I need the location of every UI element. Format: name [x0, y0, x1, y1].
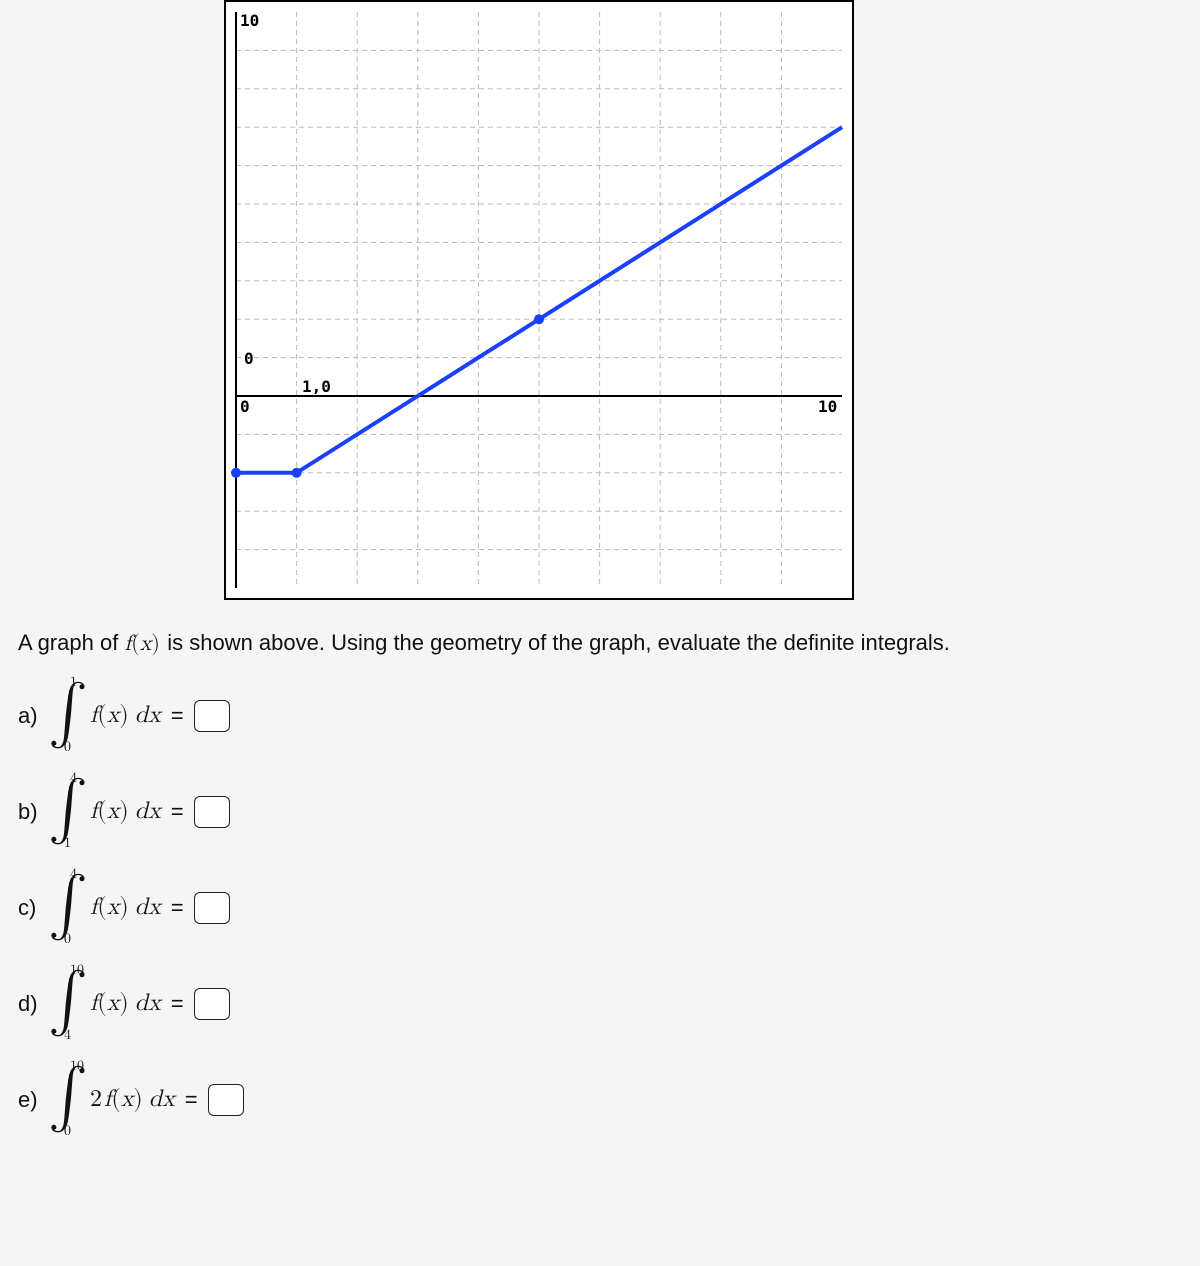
lower-limit: 0 — [64, 739, 71, 756]
differential: dx — [135, 797, 161, 826]
upper-limit: 10 — [70, 962, 84, 979]
integral-expr: ∫ 1 0 f(x) dx — [48, 680, 161, 752]
answer-input-e[interactable] — [208, 1084, 244, 1116]
instructions: A graph of f(x) is shown above. Using th… — [18, 628, 1200, 660]
instr-prefix: A graph of — [18, 630, 124, 655]
answer-input-a[interactable] — [194, 700, 230, 732]
answer-input-c[interactable] — [194, 892, 230, 924]
problem-e: e) ∫ 10 0 2f(x) dx = — [18, 1064, 1200, 1136]
integrand: 2f(x) — [90, 1085, 143, 1114]
point-5-2 — [534, 314, 544, 324]
upper-limit: 1 — [70, 674, 77, 691]
integral-symbol: ∫ 10 4 — [48, 968, 84, 1040]
equals-sign: = — [171, 895, 184, 921]
integral-symbol: ∫ 4 0 — [48, 872, 84, 944]
equals-sign: = — [171, 703, 184, 729]
x-right-label: 10 — [818, 397, 837, 416]
integral-expr: ∫ 10 4 f(x) dx — [48, 968, 161, 1040]
function-graph: 10 0 0 10 1,0 — [224, 0, 854, 600]
instr-suffix: is shown above. Using the geometry of th… — [167, 630, 950, 655]
problem-label: b) — [18, 799, 42, 825]
differential: dx — [135, 893, 161, 922]
y-zero-label: 0 — [244, 349, 254, 368]
problem-label: a) — [18, 703, 42, 729]
point-0-neg2 — [231, 468, 241, 478]
page: 10 0 0 10 1,0 A graph of f(x) is shown a… — [0, 0, 1200, 1200]
equals-sign: = — [171, 799, 184, 825]
problem-d: d) ∫ 10 4 f(x) dx = — [18, 968, 1200, 1040]
lower-limit: 1 — [64, 835, 71, 852]
graph-container: 10 0 0 10 1,0 — [224, 0, 854, 600]
differential: dx — [149, 1085, 175, 1114]
answer-input-b[interactable] — [194, 796, 230, 828]
integral-symbol: ∫ 4 1 — [48, 776, 84, 848]
integral-symbol: ∫ 1 0 — [48, 680, 84, 752]
problem-label: e) — [18, 1087, 42, 1113]
x-zero-label: 0 — [240, 397, 250, 416]
equals-sign: = — [185, 1087, 198, 1113]
upper-limit: 4 — [70, 866, 77, 883]
integral-expr: ∫ 4 1 f(x) dx — [48, 776, 161, 848]
instr-fx: f(x) — [124, 633, 167, 655]
equals-sign: = — [171, 991, 184, 1017]
differential: dx — [135, 701, 161, 730]
problems-list: a) ∫ 1 0 f(x) dx = b) ∫ 4 — [18, 680, 1200, 1136]
upper-limit: 4 — [70, 770, 77, 787]
integrand: f(x) — [90, 989, 129, 1018]
answer-input-d[interactable] — [194, 988, 230, 1020]
integral-expr: ∫ 4 0 f(x) dx — [48, 872, 161, 944]
upper-limit: 10 — [70, 1058, 84, 1075]
y-top-label: 10 — [240, 11, 259, 30]
anno-1-0: 1,0 — [302, 377, 331, 396]
integral-symbol: ∫ 10 0 — [48, 1064, 84, 1136]
integral-expr: ∫ 10 0 2f(x) dx — [48, 1064, 175, 1136]
problem-b: b) ∫ 4 1 f(x) dx = — [18, 776, 1200, 848]
problem-label: c) — [18, 895, 42, 921]
lower-limit: 0 — [64, 1123, 71, 1140]
integrand: f(x) — [90, 797, 129, 826]
integrand: f(x) — [90, 893, 129, 922]
point-1-neg2 — [292, 468, 302, 478]
integrand: f(x) — [90, 701, 129, 730]
problem-label: d) — [18, 991, 42, 1017]
coefficient: 2 — [90, 1087, 102, 1111]
lower-limit: 0 — [64, 931, 71, 948]
problem-a: a) ∫ 1 0 f(x) dx = — [18, 680, 1200, 752]
differential: dx — [135, 989, 161, 1018]
lower-limit: 4 — [64, 1027, 71, 1044]
problem-c: c) ∫ 4 0 f(x) dx = — [18, 872, 1200, 944]
